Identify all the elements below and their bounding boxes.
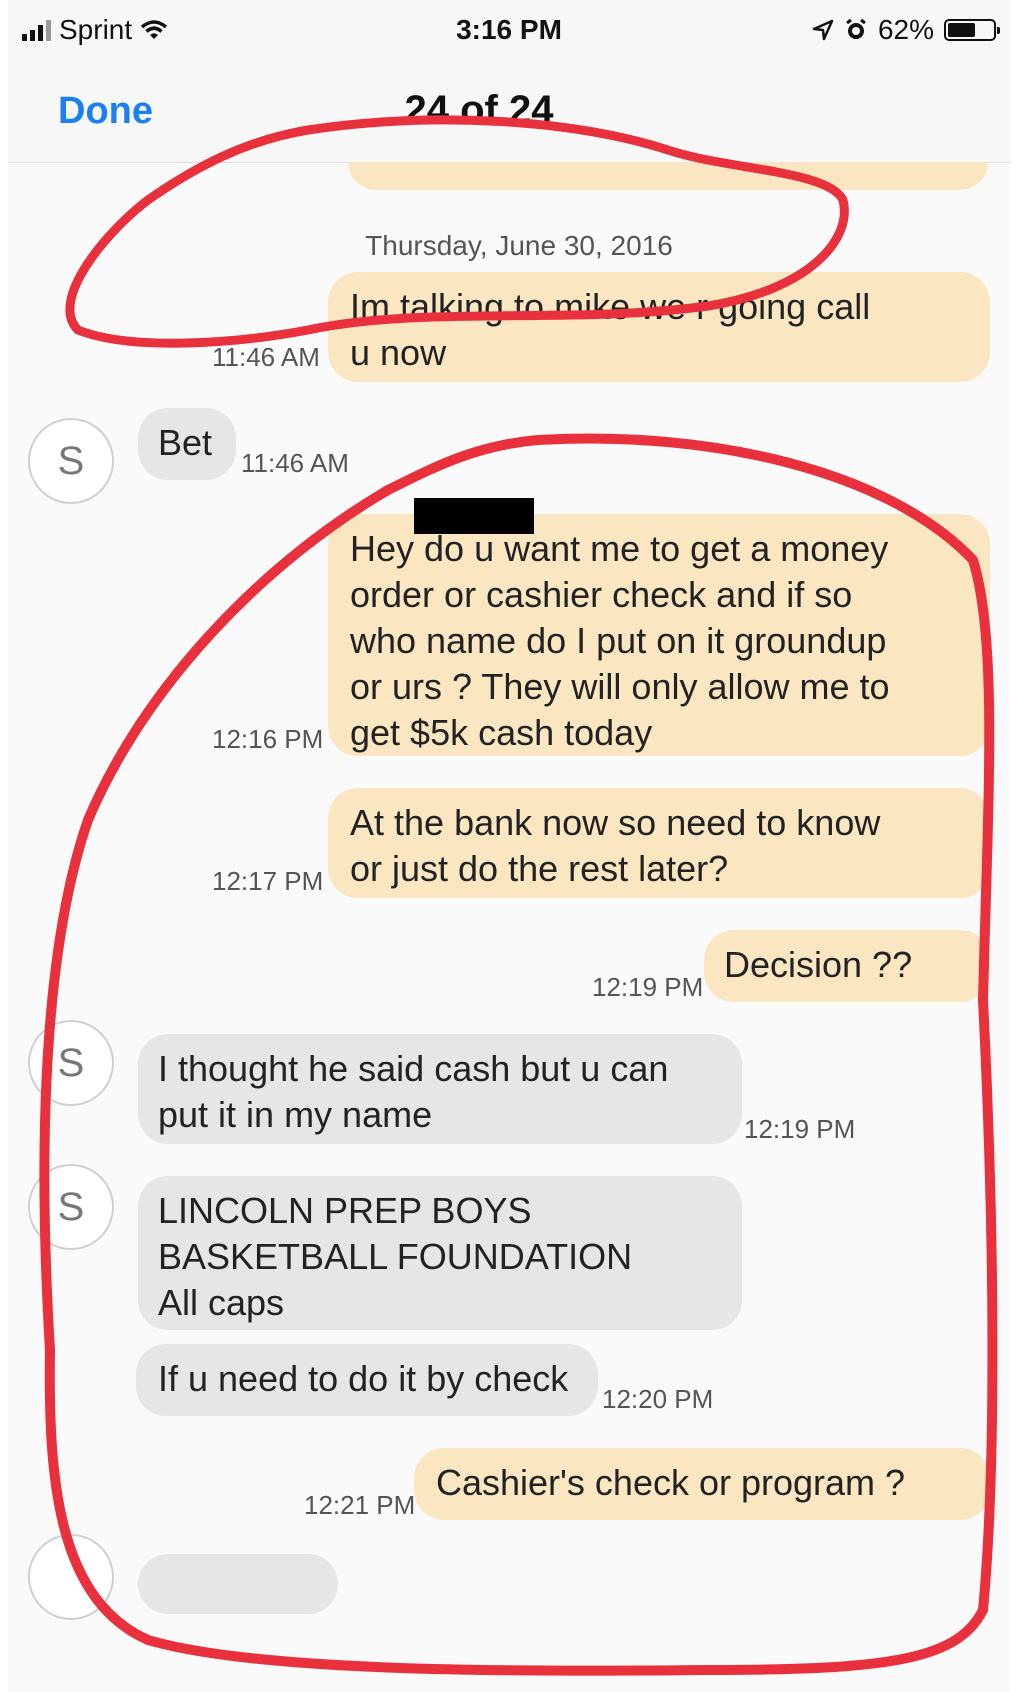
outgoing-message-bubble[interactable]: Cashier's check or program ?	[414, 1448, 990, 1520]
date-header: Thursday, June 30, 2016	[365, 230, 673, 261]
message-timestamp: 12:19 PM	[592, 972, 704, 1002]
outgoing-message-bubble[interactable]: Hey do u want me to get a money order or…	[328, 514, 990, 756]
message-line: Im talking to mike we r going call	[350, 286, 871, 327]
message-timestamp: 12:21 PM	[304, 1490, 416, 1520]
contact-avatar[interactable]: S	[28, 418, 114, 504]
incoming-message-bubble[interactable]: I thought he said cash but u can put it …	[138, 1034, 742, 1144]
outgoing-message-bubble[interactable]: Decision ??	[704, 930, 990, 1002]
redaction-bar	[414, 498, 534, 534]
message-line: or just do the rest later?	[350, 848, 729, 889]
incoming-message-bubble[interactable]	[138, 1554, 338, 1614]
message-timestamp: 11:46 AM	[212, 342, 320, 372]
message-line: BASKETBALL FOUNDATION	[158, 1236, 633, 1277]
incoming-message-bubble[interactable]: LINCOLN PREP BOYS BASKETBALL FOUNDATION …	[138, 1176, 742, 1330]
outgoing-message-bubble[interactable]: At the bank now so need to know or just …	[328, 788, 990, 898]
message-line: order or cashier check and if so	[350, 574, 853, 615]
message-timestamp: 12:16 PM	[212, 724, 324, 754]
contact-avatar[interactable]: S	[28, 1164, 114, 1250]
status-bar: Sprint 3:16 PM 62%	[8, 0, 1010, 62]
message-line: u now	[350, 332, 447, 373]
incoming-message-bubble[interactable]: If u need to do it by check	[136, 1344, 598, 1416]
message-timestamp: 12:20 PM	[602, 1384, 714, 1414]
alarm-icon	[846, 18, 866, 39]
location-icon	[812, 19, 834, 41]
message-line: get $5k cash today	[350, 712, 653, 753]
message-timestamp: 12:19 PM	[744, 1114, 856, 1144]
battery-icon	[944, 19, 1000, 41]
message-line: LINCOLN PREP BOYS	[158, 1190, 532, 1231]
page-title: 24 of 24	[404, 88, 554, 132]
battery-percent: 62%	[877, 14, 934, 45]
message-timestamp: 11:46 AM	[241, 448, 349, 478]
contact-avatar[interactable]	[28, 1534, 114, 1620]
incoming-message-bubble[interactable]: Bet	[138, 408, 236, 480]
contact-avatar[interactable]: S	[28, 1020, 114, 1106]
message-thread[interactable]: Thursday, June 30, 2016 11:46 AM Im talk…	[8, 162, 1010, 1692]
message-line: put it in my name	[158, 1094, 433, 1135]
status-right: 62%	[812, 14, 1000, 46]
message-line: I thought he said cash but u can	[158, 1048, 669, 1089]
battery-fill	[948, 23, 975, 37]
message-line: or urs ? They will only allow me to	[350, 666, 890, 707]
message-line: who name do I put on it groundup	[350, 620, 887, 661]
message-timestamp: 12:17 PM	[212, 866, 324, 896]
outgoing-message-bubble[interactable]: Im talking to mike we r going call u now	[328, 272, 990, 382]
cut-off-message-bubble	[348, 162, 988, 190]
message-line: At the bank now so need to know	[350, 802, 881, 843]
photo-frame: Sprint 3:16 PM 62% Done 24 of 24 Thursda…	[0, 0, 1018, 1692]
phone-screen: Sprint 3:16 PM 62% Done 24 of 24 Thursda…	[8, 0, 1010, 1692]
message-line: All caps	[158, 1282, 285, 1323]
nav-bar: Done 24 of 24	[8, 62, 1010, 163]
